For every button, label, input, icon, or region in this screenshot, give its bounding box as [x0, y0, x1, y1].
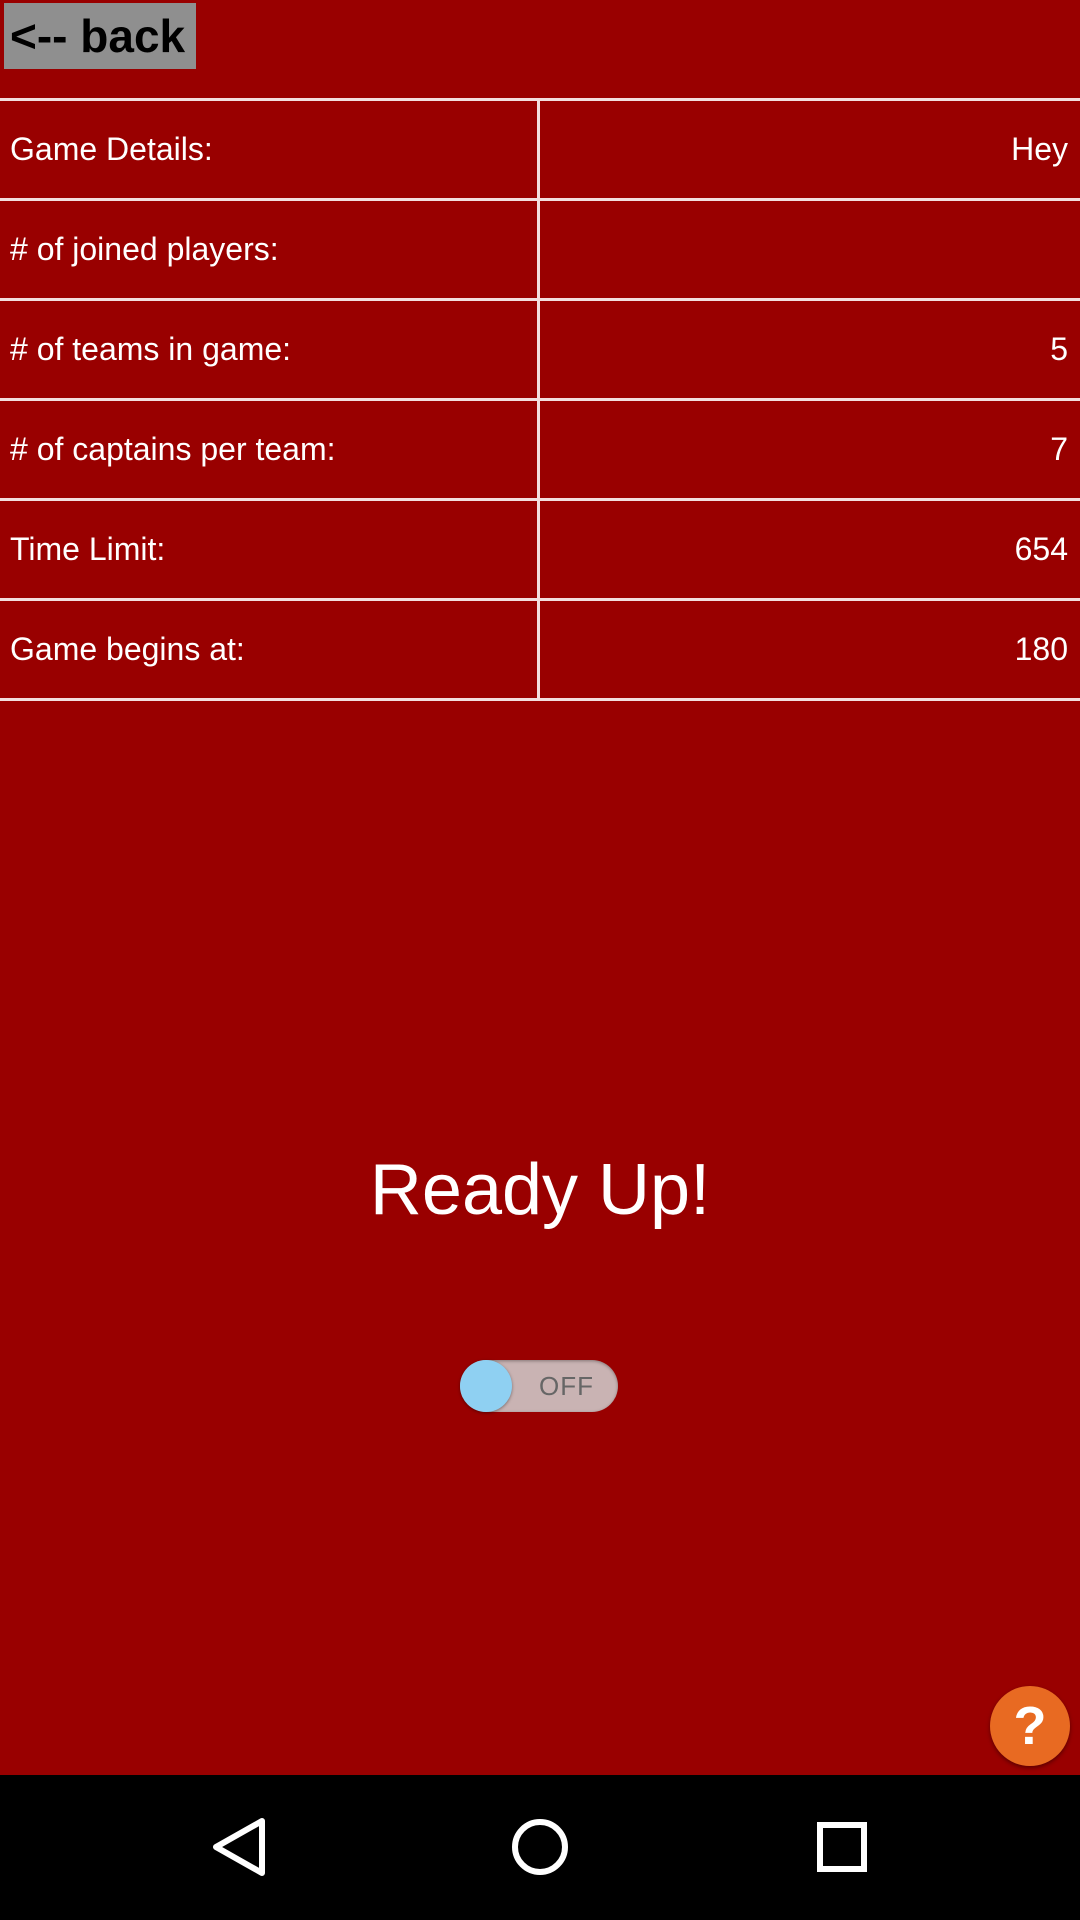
column-divider	[537, 501, 540, 598]
details-row: # of captains per team: 7	[0, 401, 1080, 501]
ready-up-title: Ready Up!	[369, 1150, 711, 1230]
details-row: Game Details: Hey	[0, 101, 1080, 201]
home-circle-icon	[512, 1819, 568, 1875]
row-value: Hey	[1011, 131, 1068, 167]
recents-square-icon	[817, 1822, 867, 1872]
ready-toggle-row: OFF	[300, 1355, 640, 1420]
nav-recents-button[interactable]	[790, 1797, 890, 1897]
details-row: Game begins at: 180	[0, 601, 1080, 701]
details-row: Time Limit: 654	[0, 501, 1080, 601]
row-label: Game begins at:	[10, 631, 245, 667]
row-value: 7	[1050, 431, 1068, 467]
help-button[interactable]: ?	[990, 1686, 1070, 1766]
row-value: 654	[1014, 531, 1068, 567]
row-label: # of teams in game:	[10, 331, 292, 367]
game-details-screen: <-- back Game Details: Hey # of joined p…	[0, 0, 1080, 1775]
column-divider	[537, 101, 540, 198]
toggle-thumb[interactable]	[460, 1360, 512, 1412]
toggle-state-label: OFF	[539, 1371, 594, 1401]
back-triangle-icon	[213, 1818, 265, 1876]
column-divider	[537, 601, 540, 698]
ready-toggle-switch[interactable]: OFF	[460, 1360, 618, 1412]
column-divider	[537, 401, 540, 498]
back-button[interactable]: <-- back	[4, 3, 196, 69]
nav-home-button[interactable]	[490, 1797, 590, 1897]
navigation-bar	[0, 1775, 1080, 1920]
row-label: # of captains per team:	[10, 431, 336, 467]
row-label: Time Limit:	[10, 531, 166, 567]
details-table: Game Details: Hey # of joined players: #…	[0, 98, 1080, 701]
column-divider	[537, 301, 540, 398]
row-value: 180	[1014, 631, 1068, 667]
row-label: Game Details:	[10, 131, 213, 167]
row-value	[568, 201, 1068, 298]
details-row: # of teams in game: 5	[0, 301, 1080, 401]
row-label: # of joined players:	[10, 231, 279, 267]
column-divider	[537, 201, 540, 298]
nav-back-button[interactable]	[190, 1797, 290, 1897]
details-row: # of joined players:	[0, 201, 1080, 301]
row-value: 5	[1050, 331, 1068, 367]
